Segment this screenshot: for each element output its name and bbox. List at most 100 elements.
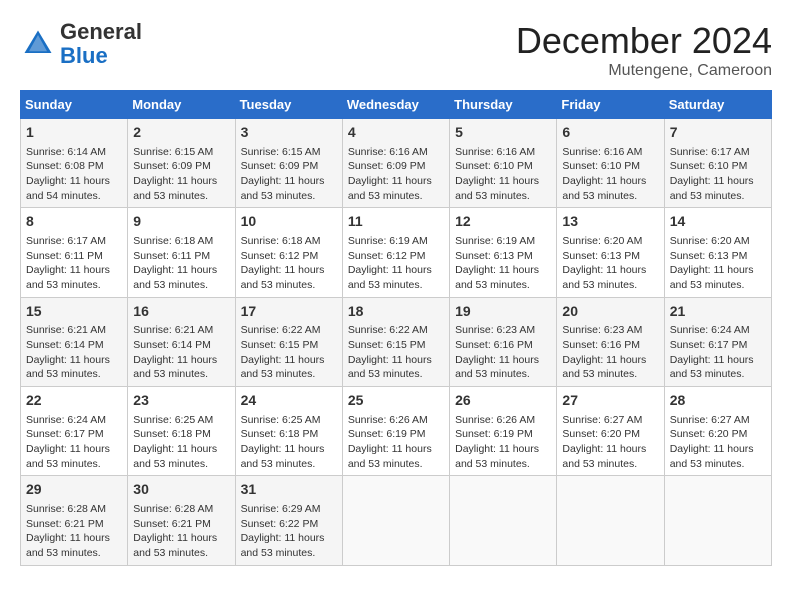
calendar-cell: 7Sunrise: 6:17 AMSunset: 6:10 PMDaylight…	[664, 119, 771, 208]
calendar-cell: 13Sunrise: 6:20 AMSunset: 6:13 PMDayligh…	[557, 208, 664, 297]
day-info: Sunrise: 6:27 AMSunset: 6:20 PMDaylight:…	[670, 413, 766, 472]
calendar-cell: 17Sunrise: 6:22 AMSunset: 6:15 PMDayligh…	[235, 297, 342, 386]
day-number: 17	[241, 302, 337, 322]
day-number: 26	[455, 391, 551, 411]
day-number: 6	[562, 123, 658, 143]
calendar-cell: 24Sunrise: 6:25 AMSunset: 6:18 PMDayligh…	[235, 387, 342, 476]
day-header-monday: Monday	[128, 91, 235, 119]
day-info: Sunrise: 6:16 AMSunset: 6:10 PMDaylight:…	[455, 145, 551, 204]
calendar-week-row: 8Sunrise: 6:17 AMSunset: 6:11 PMDaylight…	[21, 208, 772, 297]
day-number: 5	[455, 123, 551, 143]
calendar-cell: 26Sunrise: 6:26 AMSunset: 6:19 PMDayligh…	[450, 387, 557, 476]
day-number: 7	[670, 123, 766, 143]
day-info: Sunrise: 6:24 AMSunset: 6:17 PMDaylight:…	[26, 413, 122, 472]
day-info: Sunrise: 6:25 AMSunset: 6:18 PMDaylight:…	[133, 413, 229, 472]
calendar-cell: 30Sunrise: 6:28 AMSunset: 6:21 PMDayligh…	[128, 476, 235, 565]
calendar-week-row: 1Sunrise: 6:14 AMSunset: 6:08 PMDaylight…	[21, 119, 772, 208]
day-info: Sunrise: 6:23 AMSunset: 6:16 PMDaylight:…	[455, 323, 551, 382]
day-info: Sunrise: 6:18 AMSunset: 6:12 PMDaylight:…	[241, 234, 337, 293]
day-info: Sunrise: 6:15 AMSunset: 6:09 PMDaylight:…	[133, 145, 229, 204]
day-number: 22	[26, 391, 122, 411]
day-info: Sunrise: 6:21 AMSunset: 6:14 PMDaylight:…	[26, 323, 122, 382]
day-number: 3	[241, 123, 337, 143]
calendar-cell: 16Sunrise: 6:21 AMSunset: 6:14 PMDayligh…	[128, 297, 235, 386]
day-number: 1	[26, 123, 122, 143]
day-info: Sunrise: 6:14 AMSunset: 6:08 PMDaylight:…	[26, 145, 122, 204]
calendar-cell: 5Sunrise: 6:16 AMSunset: 6:10 PMDaylight…	[450, 119, 557, 208]
calendar-cell: 9Sunrise: 6:18 AMSunset: 6:11 PMDaylight…	[128, 208, 235, 297]
day-number: 18	[348, 302, 444, 322]
calendar-cell: 1Sunrise: 6:14 AMSunset: 6:08 PMDaylight…	[21, 119, 128, 208]
day-info: Sunrise: 6:17 AMSunset: 6:10 PMDaylight:…	[670, 145, 766, 204]
day-number: 20	[562, 302, 658, 322]
day-number: 10	[241, 212, 337, 232]
day-info: Sunrise: 6:20 AMSunset: 6:13 PMDaylight:…	[670, 234, 766, 293]
logo-icon	[20, 26, 56, 62]
day-info: Sunrise: 6:15 AMSunset: 6:09 PMDaylight:…	[241, 145, 337, 204]
calendar-cell: 8Sunrise: 6:17 AMSunset: 6:11 PMDaylight…	[21, 208, 128, 297]
calendar-cell: 14Sunrise: 6:20 AMSunset: 6:13 PMDayligh…	[664, 208, 771, 297]
day-number: 9	[133, 212, 229, 232]
day-number: 15	[26, 302, 122, 322]
day-info: Sunrise: 6:23 AMSunset: 6:16 PMDaylight:…	[562, 323, 658, 382]
day-number: 4	[348, 123, 444, 143]
day-number: 2	[133, 123, 229, 143]
day-number: 23	[133, 391, 229, 411]
day-number: 30	[133, 480, 229, 500]
day-number: 19	[455, 302, 551, 322]
calendar-cell: 20Sunrise: 6:23 AMSunset: 6:16 PMDayligh…	[557, 297, 664, 386]
day-info: Sunrise: 6:19 AMSunset: 6:12 PMDaylight:…	[348, 234, 444, 293]
calendar-cell	[664, 476, 771, 565]
day-info: Sunrise: 6:25 AMSunset: 6:18 PMDaylight:…	[241, 413, 337, 472]
day-info: Sunrise: 6:27 AMSunset: 6:20 PMDaylight:…	[562, 413, 658, 472]
day-number: 24	[241, 391, 337, 411]
day-number: 27	[562, 391, 658, 411]
calendar-cell: 21Sunrise: 6:24 AMSunset: 6:17 PMDayligh…	[664, 297, 771, 386]
day-number: 14	[670, 212, 766, 232]
day-info: Sunrise: 6:24 AMSunset: 6:17 PMDaylight:…	[670, 323, 766, 382]
logo-blue: Blue	[60, 43, 108, 68]
calendar-table: SundayMondayTuesdayWednesdayThursdayFrid…	[20, 90, 772, 566]
calendar-cell: 25Sunrise: 6:26 AMSunset: 6:19 PMDayligh…	[342, 387, 449, 476]
day-header-saturday: Saturday	[664, 91, 771, 119]
day-info: Sunrise: 6:29 AMSunset: 6:22 PMDaylight:…	[241, 502, 337, 561]
page-header: General Blue December 2024 Mutengene, Ca…	[20, 20, 772, 80]
calendar-cell: 15Sunrise: 6:21 AMSunset: 6:14 PMDayligh…	[21, 297, 128, 386]
day-number: 28	[670, 391, 766, 411]
day-info: Sunrise: 6:16 AMSunset: 6:09 PMDaylight:…	[348, 145, 444, 204]
day-number: 31	[241, 480, 337, 500]
day-number: 21	[670, 302, 766, 322]
day-info: Sunrise: 6:22 AMSunset: 6:15 PMDaylight:…	[241, 323, 337, 382]
calendar-cell: 18Sunrise: 6:22 AMSunset: 6:15 PMDayligh…	[342, 297, 449, 386]
calendar-cell: 6Sunrise: 6:16 AMSunset: 6:10 PMDaylight…	[557, 119, 664, 208]
calendar-week-row: 29Sunrise: 6:28 AMSunset: 6:21 PMDayligh…	[21, 476, 772, 565]
calendar-week-row: 22Sunrise: 6:24 AMSunset: 6:17 PMDayligh…	[21, 387, 772, 476]
day-info: Sunrise: 6:17 AMSunset: 6:11 PMDaylight:…	[26, 234, 122, 293]
calendar-cell: 4Sunrise: 6:16 AMSunset: 6:09 PMDaylight…	[342, 119, 449, 208]
day-info: Sunrise: 6:28 AMSunset: 6:21 PMDaylight:…	[26, 502, 122, 561]
calendar-cell: 22Sunrise: 6:24 AMSunset: 6:17 PMDayligh…	[21, 387, 128, 476]
calendar-cell: 11Sunrise: 6:19 AMSunset: 6:12 PMDayligh…	[342, 208, 449, 297]
day-info: Sunrise: 6:16 AMSunset: 6:10 PMDaylight:…	[562, 145, 658, 204]
day-number: 16	[133, 302, 229, 322]
day-number: 13	[562, 212, 658, 232]
calendar-cell: 3Sunrise: 6:15 AMSunset: 6:09 PMDaylight…	[235, 119, 342, 208]
day-info: Sunrise: 6:18 AMSunset: 6:11 PMDaylight:…	[133, 234, 229, 293]
location: Mutengene, Cameroon	[516, 62, 772, 80]
day-header-sunday: Sunday	[21, 91, 128, 119]
day-number: 8	[26, 212, 122, 232]
day-info: Sunrise: 6:19 AMSunset: 6:13 PMDaylight:…	[455, 234, 551, 293]
logo-general: General	[60, 19, 142, 44]
calendar-header-row: SundayMondayTuesdayWednesdayThursdayFrid…	[21, 91, 772, 119]
day-number: 25	[348, 391, 444, 411]
calendar-cell: 27Sunrise: 6:27 AMSunset: 6:20 PMDayligh…	[557, 387, 664, 476]
calendar-cell: 29Sunrise: 6:28 AMSunset: 6:21 PMDayligh…	[21, 476, 128, 565]
day-info: Sunrise: 6:28 AMSunset: 6:21 PMDaylight:…	[133, 502, 229, 561]
calendar-cell: 2Sunrise: 6:15 AMSunset: 6:09 PMDaylight…	[128, 119, 235, 208]
day-number: 11	[348, 212, 444, 232]
calendar-cell: 12Sunrise: 6:19 AMSunset: 6:13 PMDayligh…	[450, 208, 557, 297]
day-info: Sunrise: 6:26 AMSunset: 6:19 PMDaylight:…	[348, 413, 444, 472]
calendar-cell	[342, 476, 449, 565]
calendar-cell: 31Sunrise: 6:29 AMSunset: 6:22 PMDayligh…	[235, 476, 342, 565]
day-header-thursday: Thursday	[450, 91, 557, 119]
